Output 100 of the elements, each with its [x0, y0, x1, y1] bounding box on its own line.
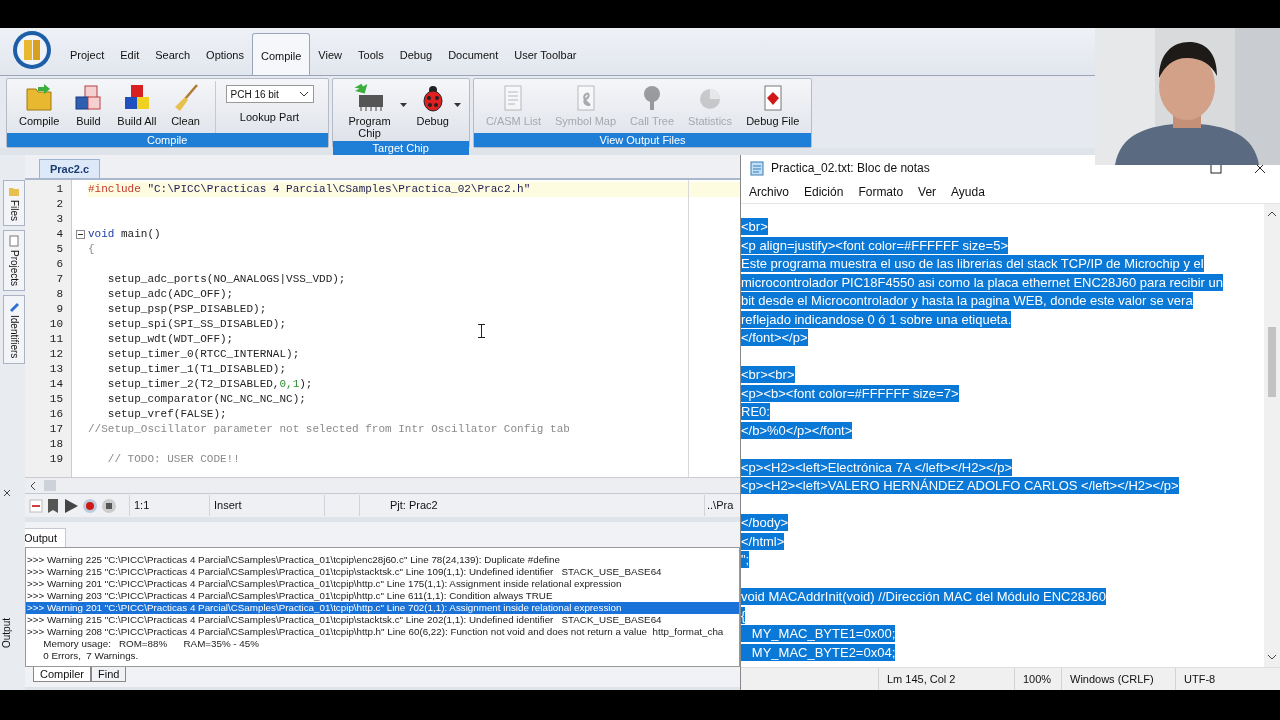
line-number: 2 — [55, 197, 64, 212]
menu-tab[interactable]: Edit — [112, 33, 148, 75]
code-line: setup_vref(FALSE); — [106, 408, 227, 420]
output-tab[interactable]: Output — [25, 528, 67, 547]
app-logo-icon[interactable] — [12, 29, 52, 70]
scroll-thumb[interactable] — [44, 480, 56, 491]
line-number: 8 — [55, 287, 64, 302]
ribbon-button[interactable]: Compile — [13, 81, 66, 133]
menu-item[interactable]: Formato — [858, 185, 904, 199]
line-number: 7 — [55, 272, 64, 287]
menu-tab[interactable]: View — [310, 33, 350, 75]
menu-tab[interactable]: Options — [198, 33, 252, 75]
line-number: 11 — [48, 332, 64, 347]
collapse-icon[interactable] — [75, 230, 85, 239]
chevron-left-icon[interactable] — [29, 480, 36, 491]
code-line: setup_timer_0(RTCC_INTERNAL); — [106, 348, 300, 360]
menu-tab[interactable]: Search — [147, 33, 199, 75]
ribbon-split-button[interactable]: Program Chip — [338, 81, 409, 141]
side-tab-label: Files — [8, 200, 20, 222]
output-line[interactable]: >>> Warning 215 "C:\PICC\Practicas 4 Parcial\CSamples\Practica_01\tcpip\stacktsk.c" Line 109(1,1): Undefined identifier STACK_USE_BASE64 — [26, 566, 739, 578]
ribbon-button[interactable]: Build — [67, 81, 110, 133]
horizontal-scrollbar[interactable] — [25, 477, 740, 493]
code-line: setup_adc_ports(NO_ANALOGS|VSS_VDD); — [106, 273, 346, 285]
output-line[interactable]: 0 Errors, 7 Warnings. — [26, 650, 739, 662]
close-icon[interactable] — [1254, 162, 1266, 174]
folder-icon — [24, 83, 55, 113]
stop-icon[interactable] — [101, 497, 117, 514]
side-tab[interactable]: Identifiers — [3, 295, 25, 364]
close-icon[interactable] — [1, 488, 12, 498]
line-number: 10 — [48, 317, 64, 332]
cubes-icon — [73, 83, 104, 113]
output-line[interactable]: >>> Warning 203 "C:\PICC\Practicas 4 Parcial\CSamples\Practica_01\tcpip\http.c" Line 611(1,1): Condition always TRUE — [26, 590, 739, 602]
line-number: 14 — [48, 377, 64, 392]
code-line: setup_wdt(WDT_OFF); — [106, 333, 234, 345]
group-label: Compile — [7, 133, 328, 147]
side-tab[interactable]: Files — [3, 180, 25, 227]
chevron-up-icon[interactable] — [1267, 210, 1277, 217]
flag-icon[interactable] — [46, 497, 60, 514]
code-line: { — [88, 243, 95, 255]
chip-dropdown[interactable]: PCH 16 bit — [225, 85, 314, 103]
output-line[interactable]: >>> Warning 208 "C:\PICC\Practicas 4 Parcial\CSamples\Practica_01\tcpip\http.h" Line 60(6,22): Function not void and does not return a value http_format_cha — [26, 626, 739, 638]
document-icon — [8, 235, 20, 248]
menu-item[interactable]: Ayuda — [951, 185, 985, 199]
vertical-scrollbar[interactable] — [1264, 204, 1280, 667]
line-number: 4 — [55, 227, 64, 242]
output-line[interactable]: >>> Warning 225 "C:\PICC\Practicas 4 Parcial\CSamples\Practica_01\tcpip\enc28j60.c" Line 78(24,139): Duplicate #define — [26, 554, 739, 566]
line-number: 18 — [48, 437, 64, 452]
line-number: 9 — [55, 302, 64, 317]
lookup-part-button[interactable]: Lookup Part — [237, 109, 302, 125]
ribbon-button[interactable]: Clean — [164, 81, 207, 133]
code-line: setup_spi(SPI_SS_DISABLED); — [106, 318, 287, 330]
ribbon-button[interactable]: Debug File — [740, 81, 806, 133]
group-label: Target Chip — [332, 141, 469, 155]
project-name: Pjt: Prac2 — [359, 495, 704, 516]
ribbon-button[interactable]: Build All — [111, 81, 163, 133]
side-tab-label: Projects — [8, 250, 20, 287]
caret-icon — [399, 103, 407, 107]
menu-tab[interactable]: Debug — [391, 33, 441, 75]
code-line: // TODO: USER CODE!! — [106, 453, 240, 465]
ribbon-split-button[interactable]: Debug — [410, 81, 463, 141]
record-icon[interactable] — [82, 497, 98, 514]
file-tab[interactable]: Prac2.c — [39, 159, 101, 178]
caret-icon — [453, 103, 461, 107]
output-line[interactable]: >>> Warning 201 "C:\PICC\Practicas 4 Parcial\CSamples\Practica_01\tcpip\http.c" Line 175(1,1): Assignment inside relational expression — [26, 578, 739, 590]
line-number: 5 — [55, 242, 64, 257]
side-tab[interactable]: Projects — [3, 230, 25, 292]
chevron-icon — [298, 91, 309, 97]
menu-tab[interactable]: Compile — [252, 33, 311, 75]
menu-item[interactable]: Edición — [804, 185, 844, 199]
pencil-icon — [8, 300, 20, 313]
line-number: 16 — [48, 407, 64, 422]
side-tab-label: Identifiers — [8, 315, 20, 359]
line-number: 12 — [48, 347, 64, 362]
code-line: void main() — [88, 228, 161, 240]
menu-tab[interactable]: Project — [62, 33, 113, 75]
insert-mode: Insert — [209, 495, 324, 516]
maximize-icon[interactable] — [1210, 162, 1222, 174]
code-line: //Setup_Oscillator parameter not selected from Intr Oscillator Config tab — [88, 423, 570, 435]
line-number: 13 — [48, 362, 64, 377]
chevron-down-icon[interactable] — [1267, 654, 1277, 661]
group-label: View Output Files — [473, 133, 812, 147]
menu-tab[interactable]: User Toolbar — [506, 33, 585, 75]
code-editor[interactable] — [25, 178, 740, 477]
menu-tab[interactable]: Tools — [350, 33, 392, 75]
minus-icon[interactable] — [29, 498, 43, 513]
scroll-thumb[interactable] — [1268, 327, 1276, 397]
play-icon[interactable] — [63, 497, 79, 514]
line-number: 19 — [48, 452, 64, 467]
code-line: setup_comparator(NC_NC_NC_NC); — [106, 393, 306, 405]
output-bottom-tab[interactable]: Find — [91, 667, 127, 682]
menu-tab[interactable]: Document — [440, 33, 507, 75]
line-number: 3 — [55, 212, 64, 227]
menu-item[interactable]: Archivo — [749, 185, 789, 199]
output-line[interactable]: Memory usage: ROM=88% RAM=35% - 45% — [26, 638, 739, 650]
code-line: setup_adc(ADC_OFF); — [106, 288, 234, 300]
folder-icon — [8, 185, 20, 197]
line-number: 1 — [55, 182, 64, 197]
menu-item[interactable]: Ver — [918, 185, 937, 199]
output-line[interactable]: >>> Warning 215 "C:\PICC\Practicas 4 Parcial\CSamples\Practica_01\tcpip\stacktsk.c" Line 202(1,1): Undefined identifier STACK_USE_BASE64 — [26, 614, 739, 626]
output-bottom-tab[interactable]: Compiler — [33, 667, 91, 682]
